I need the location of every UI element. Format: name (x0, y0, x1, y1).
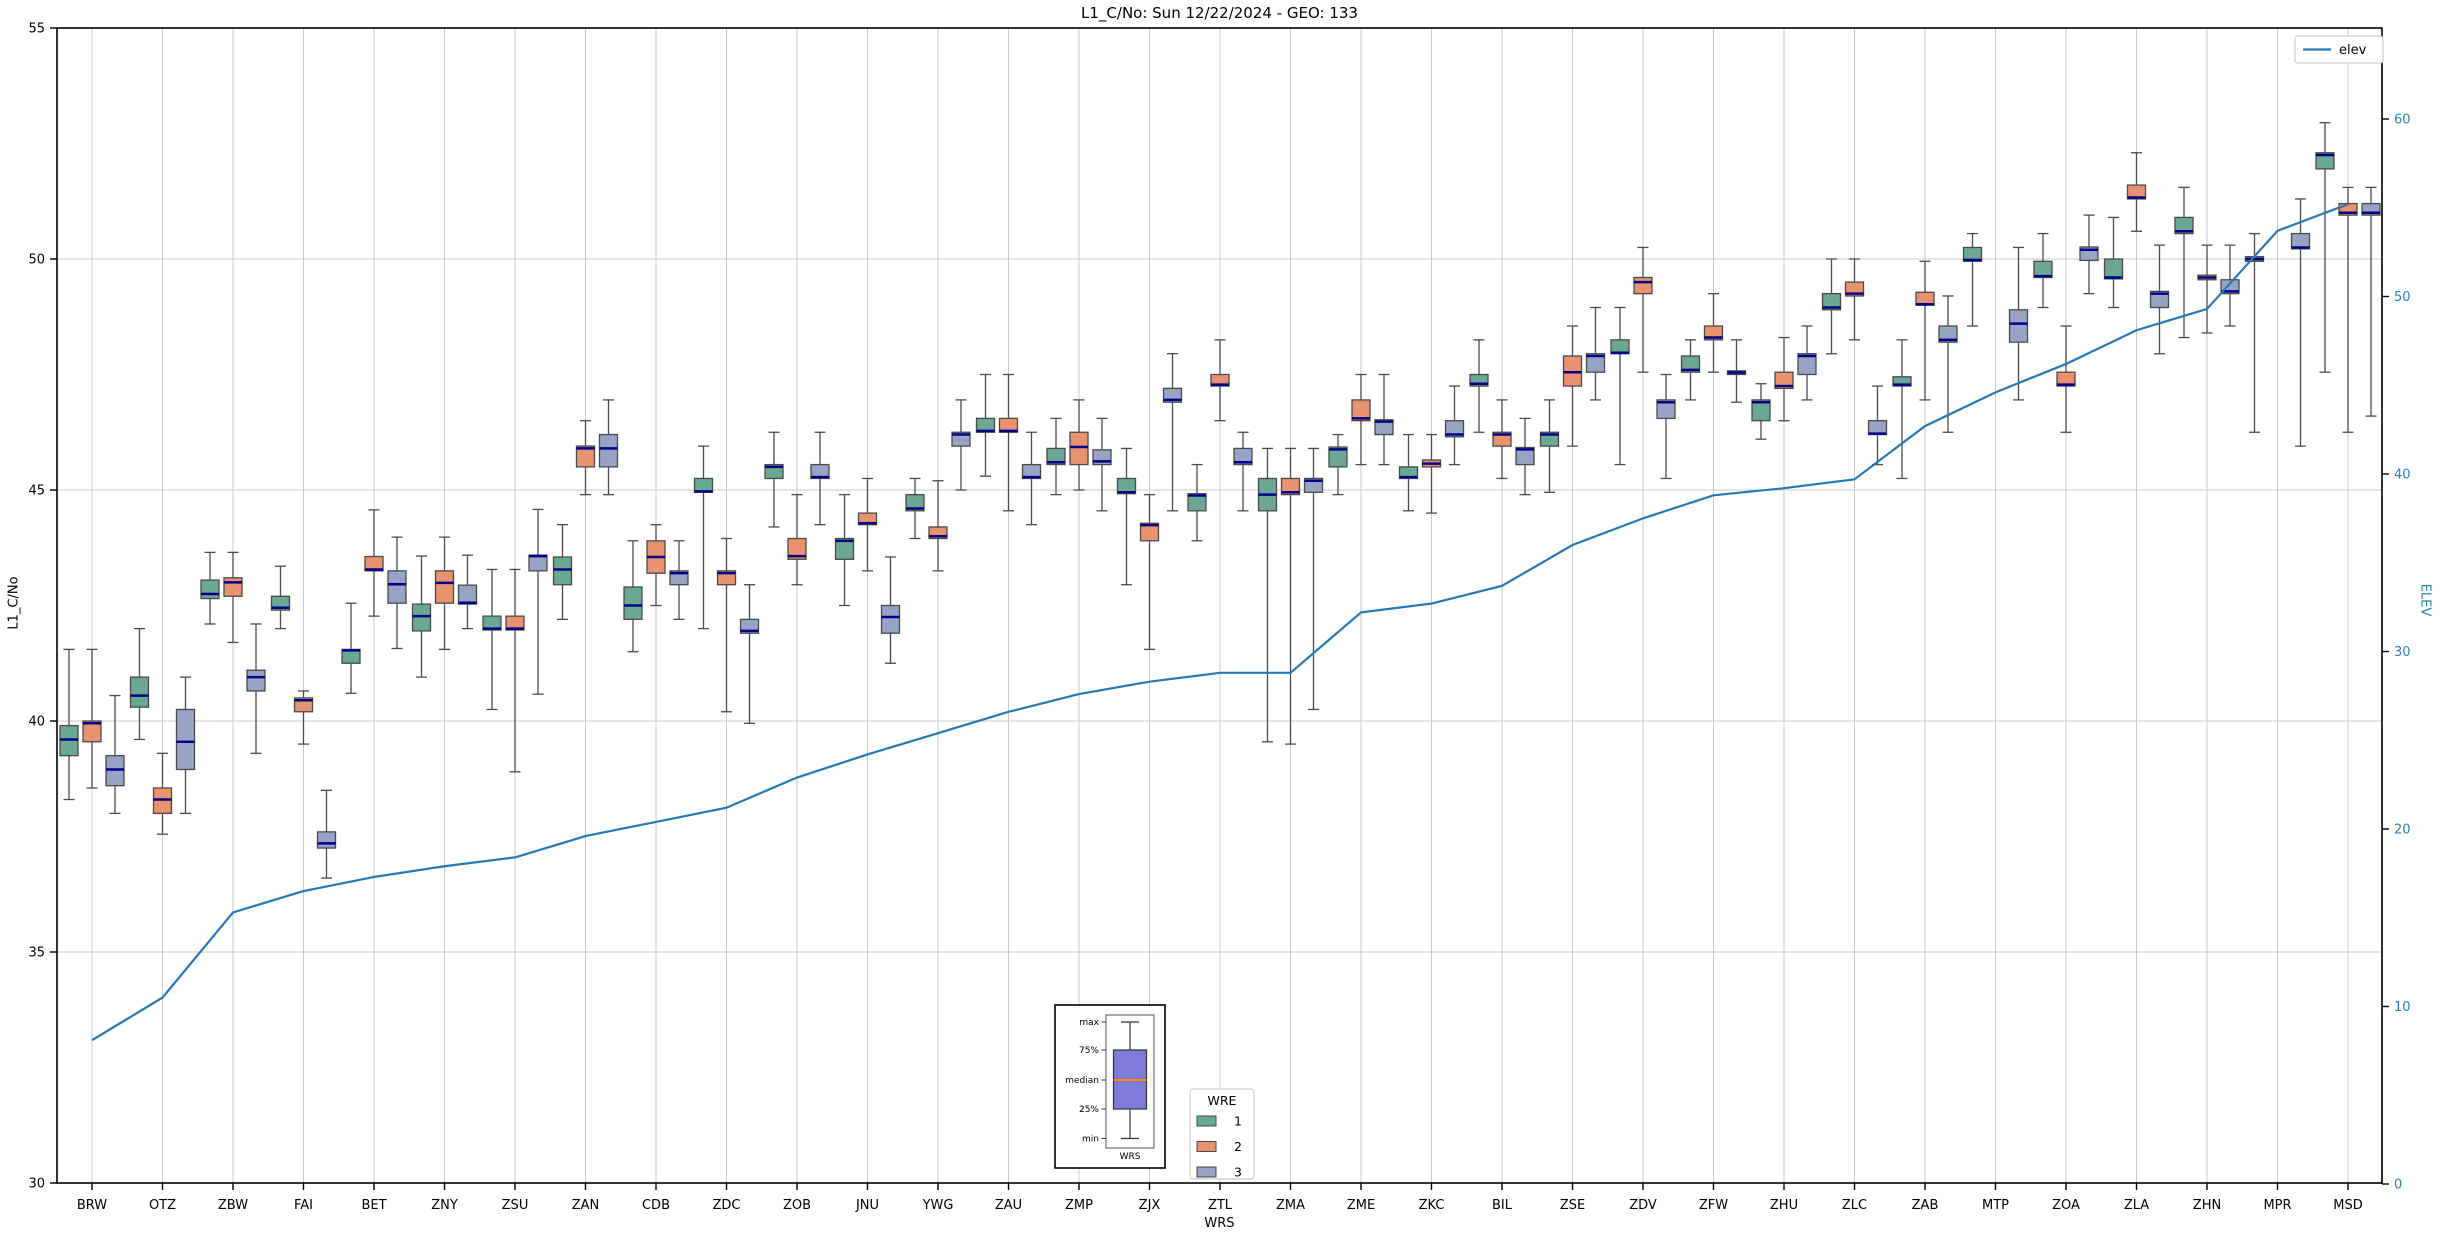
box-rect (316, 831, 337, 849)
x-tick-label: ZTL (1208, 1198, 1233, 1213)
x-tick-label: ZLA (2124, 1198, 2149, 1213)
wre-legend-swatch (1196, 1115, 1217, 1127)
box-rect (1633, 276, 1653, 295)
box-rect (880, 604, 901, 634)
inset-label: min (1082, 1134, 1099, 1144)
x-tick-label: ZDV (1629, 1198, 1657, 1213)
y-tick-label-left: 35 (28, 946, 45, 961)
chart-title: L1_C/No: Sun 12/22/2024 - GEO: 133 (1081, 4, 1358, 22)
y-tick-label-right: 30 (2394, 645, 2411, 660)
box-rect (246, 669, 266, 692)
y-tick-label-left: 55 (28, 22, 45, 37)
wre-legend-swatch (1196, 1166, 1217, 1178)
elev-legend: elev (2294, 35, 2384, 64)
y-tick-label-right: 60 (2394, 113, 2411, 128)
x-tick-label: CDB (642, 1198, 670, 1213)
x-tick-label: ZMA (1276, 1198, 1305, 1213)
x-tick-label: ZLC (1842, 1198, 1867, 1213)
x-tick-label: BRW (77, 1198, 107, 1213)
box-rect (223, 577, 243, 597)
y-tick-label-left: 50 (28, 253, 45, 268)
x-tick-label: YWG (922, 1198, 954, 1213)
wre-legend-label: 3 (1234, 1164, 1242, 1179)
y-tick-label-left: 40 (28, 715, 45, 730)
box-rect (2103, 258, 2124, 280)
x-tick-label: MTP (1982, 1198, 2009, 1213)
y-tick-label-right: 20 (2394, 823, 2411, 838)
x-tick-label: ZKC (1419, 1198, 1445, 1213)
x-tick-label: ZHU (1770, 1198, 1798, 1213)
wre-legend-title: WRE (1208, 1093, 1237, 1108)
x-tick-label: ZAN (572, 1198, 600, 1213)
x-tick-label: ZSU (502, 1198, 529, 1213)
x-tick-label: ZNY (431, 1198, 458, 1213)
chart-canvas: 55 50 45 40 35 30 60 50 40 30 20 10 0 BRW OTZ ZBW FAI BET… (0, 0, 2439, 1238)
box-rect (200, 579, 220, 600)
elev-legend-label: elev (2339, 43, 2367, 58)
x-tick-label: ZME (1347, 1198, 1375, 1213)
box-rect (457, 584, 478, 605)
y-tick-label-left: 30 (28, 1177, 45, 1192)
x-tick-label: ZSE (1560, 1198, 1585, 1213)
inset-label: 75% (1079, 1046, 1099, 1056)
x-tick-label: ZHN (2193, 1198, 2221, 1213)
wre-legend: WRE 1 2 3 (1189, 1088, 1255, 1180)
x-tick-label: ZDC (713, 1198, 741, 1213)
box-rect (623, 586, 643, 621)
y-tick-label-left: 45 (28, 484, 45, 499)
x-axis-label: WRS (1204, 1216, 1235, 1231)
x-tick-label: ZFW (1699, 1198, 1728, 1213)
y-tick-label-right: 40 (2394, 468, 2411, 483)
inset-label: 25% (1079, 1105, 1099, 1115)
chart-figure: 55 50 45 40 35 30 60 50 40 30 20 10 0 BRW OTZ ZBW FAI BET… (0, 0, 2439, 1238)
box-rect (411, 603, 432, 632)
inset-label: median (1065, 1076, 1099, 1086)
wre-legend-label: 1 (1234, 1113, 1242, 1128)
box-rect (387, 570, 407, 604)
box-rect (2008, 309, 2029, 343)
boxplot-key-inset: max 75% median 25% min WRS (1054, 1004, 1166, 1169)
y-tick-label-right: 0 (2394, 1178, 2402, 1193)
x-tick-label: ZAB (1912, 1198, 1939, 1213)
x-tick-label: ZOB (783, 1198, 811, 1213)
x-tick-label: BIL (1492, 1198, 1513, 1213)
inset-xlabel: WRS (1120, 1152, 1141, 1162)
wre-legend-swatch (1196, 1141, 1217, 1152)
x-tick-label: FAI (294, 1198, 313, 1213)
y-tick-label-right: 10 (2394, 1000, 2411, 1015)
box-rect (528, 554, 548, 572)
box-rect (129, 676, 150, 708)
x-tick-label: ZMP (1065, 1198, 1093, 1213)
x-tick-label: MSD (2333, 1198, 2362, 1213)
x-tick-label: OTZ (149, 1198, 176, 1213)
y-tick-label-right: 50 (2394, 290, 2411, 305)
x-tick-label: BET (361, 1198, 386, 1213)
box-rect (552, 556, 573, 586)
x-tick-label: ZOA (2052, 1198, 2080, 1213)
box-rect (175, 708, 196, 771)
x-tick-label: ZBW (218, 1198, 248, 1213)
y-axis-label-left: L1_C/No (6, 576, 22, 630)
box-rect (598, 433, 619, 468)
x-tick-label: MPR (2263, 1198, 2291, 1213)
x-tick-label: ZJX (1139, 1198, 1161, 1213)
inset-frame (1054, 1004, 1166, 1169)
box-rect (434, 570, 455, 604)
y-axis-label-right: ELEV (2417, 583, 2433, 617)
box-rect (1069, 431, 1089, 466)
inset-label: max (1079, 1018, 1099, 1028)
wre-legend-label: 2 (1234, 1139, 1242, 1154)
x-tick-label: JNU (855, 1198, 879, 1213)
x-tick-label: ZAU (995, 1198, 1022, 1213)
